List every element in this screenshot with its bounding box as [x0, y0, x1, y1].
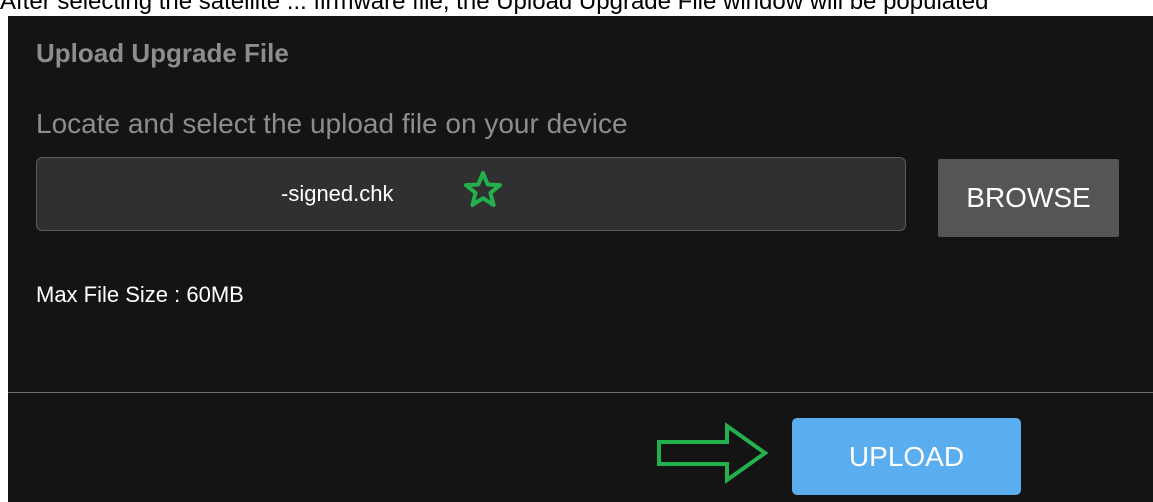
max-file-size-text: Max File Size : 60MB	[36, 282, 244, 307]
caption-text: After selecting the satellite ... firmwa…	[0, 0, 989, 15]
file-path-field[interactable]: -signed.chk	[36, 157, 906, 231]
instruction-text: Locate and select the upload file on you…	[36, 108, 628, 139]
upload-upgrade-dialog: Upload Upgrade File Locate and select th…	[8, 16, 1153, 502]
dialog-title: Upload Upgrade File	[36, 38, 289, 68]
browse-button[interactable]: BROWSE	[938, 159, 1119, 237]
star-icon	[464, 171, 502, 207]
upload-button[interactable]: UPLOAD	[792, 418, 1021, 495]
selected-file-name: -signed.chk	[281, 181, 394, 206]
arrow-right-icon	[657, 422, 769, 484]
divider	[8, 392, 1153, 393]
